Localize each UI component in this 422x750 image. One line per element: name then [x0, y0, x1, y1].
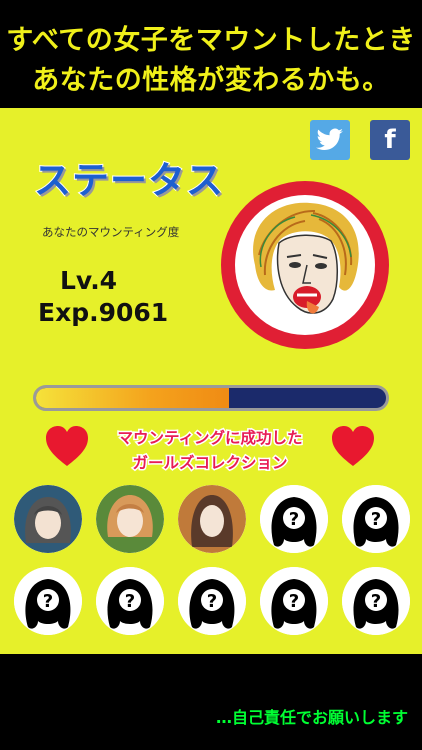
facebook-icon: f [384, 125, 396, 155]
mounting-degree-label: あなたのマウンティング度 [42, 225, 180, 239]
collection-girl-1[interactable] [14, 485, 82, 553]
unknown-mark: ? [371, 509, 381, 530]
promo-header: すべての女子をマウントしたとき あなたの性格が変わるかも。 [0, 0, 422, 108]
unknown-mark: ? [289, 509, 299, 530]
exp-progress-fill [36, 388, 229, 408]
girl-avatar-1 [14, 485, 82, 553]
collection-title-line-1: マウンティングに成功した [116, 428, 304, 449]
heart-icon-right [332, 426, 374, 466]
locked-silhouette-icon: ? [96, 567, 164, 635]
locked-collection-slot[interactable]: ? [260, 567, 328, 635]
collection-girl-2[interactable] [96, 485, 164, 553]
facebook-share-button[interactable]: f [370, 120, 410, 160]
locked-silhouette-icon: ? [178, 567, 246, 635]
disclaimer-note: …自己責任でお願いします [215, 708, 408, 727]
unknown-mark: ? [43, 591, 53, 612]
unknown-mark: ? [289, 591, 299, 612]
locked-collection-slot[interactable]: ? [342, 567, 410, 635]
exp-value: Exp.9061 [38, 298, 169, 327]
locked-silhouette-icon: ? [14, 567, 82, 635]
girl-avatar-3 [178, 485, 246, 553]
unknown-mark: ? [371, 591, 381, 612]
level-value: Lv.4 [60, 266, 118, 295]
unknown-mark: ? [125, 591, 135, 612]
promo-line-1: すべての女子をマウントしたとき [6, 25, 416, 56]
character-portrait [221, 181, 389, 349]
promo-line-2: あなたの性格が変わるかも。 [32, 65, 390, 96]
unknown-mark: ? [207, 591, 217, 612]
locked-silhouette-icon: ? [342, 485, 410, 553]
locked-collection-slot[interactable]: ? [342, 485, 410, 553]
locked-collection-slot[interactable]: ? [178, 567, 246, 635]
locked-silhouette-icon: ? [260, 567, 328, 635]
locked-silhouette-icon: ? [260, 485, 328, 553]
locked-collection-slot[interactable]: ? [14, 567, 82, 635]
status-screen: f ステータス あなたのマウンティング度 Lv.4 Exp.9061 マウンティ… [0, 108, 422, 654]
page-title: ステータス [33, 158, 224, 203]
locked-silhouette-icon: ? [342, 567, 410, 635]
girl-avatar-2 [96, 485, 164, 553]
heart-icon-left [46, 426, 88, 466]
twitter-share-button[interactable] [310, 120, 350, 160]
collection-girl-3[interactable] [178, 485, 246, 553]
footer: …自己責任でお願いします [0, 654, 422, 750]
character-face-illustration [253, 202, 359, 314]
exp-progress-bar [33, 385, 389, 411]
twitter-bird-icon [316, 128, 343, 151]
locked-collection-slot[interactable]: ? [96, 567, 164, 635]
locked-collection-slot[interactable]: ? [260, 485, 328, 553]
collection-title-line-2: ガールズコレクション [131, 453, 289, 474]
